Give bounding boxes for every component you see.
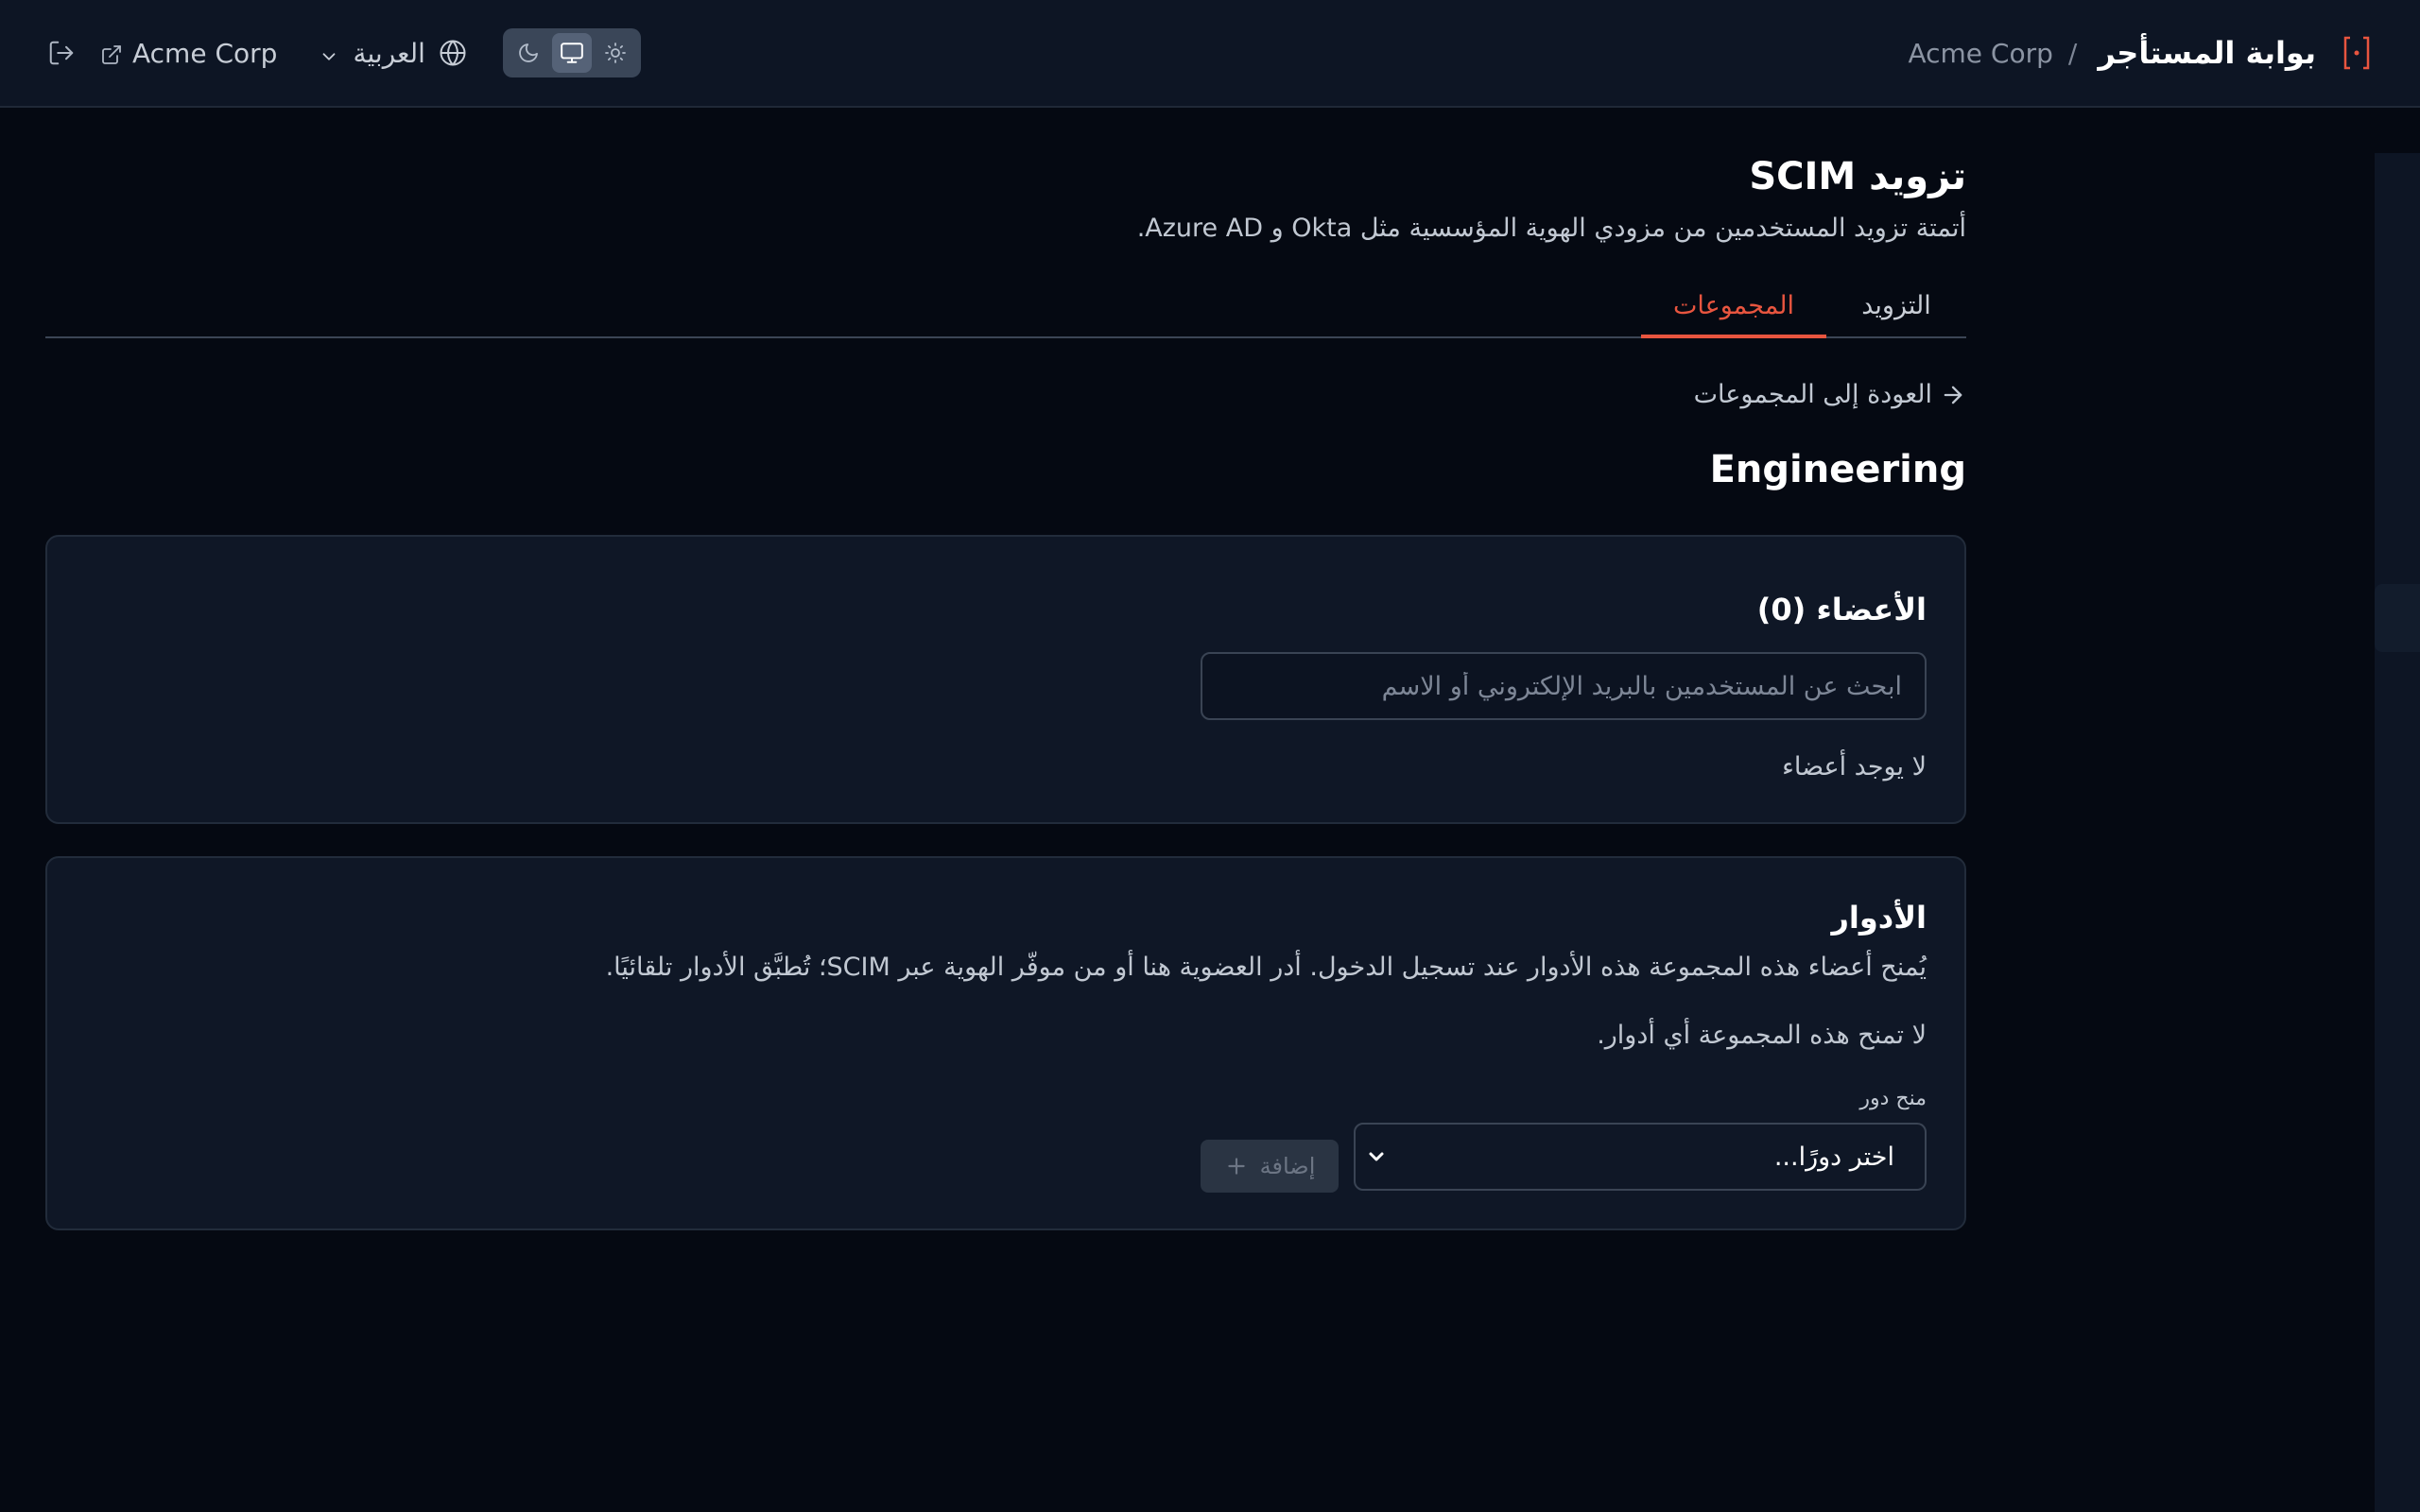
chevron-down-icon: [319, 43, 339, 63]
add-role-button[interactable]: إضافة: [1201, 1140, 1339, 1193]
top-bar: بوابة المستأجر / Acme Corp Acme Corp الع…: [0, 0, 2420, 108]
back-to-groups-link[interactable]: العودة إلى المجموعات: [1694, 380, 1966, 409]
external-link-icon: [100, 42, 123, 64]
roles-description: يُمنح أعضاء هذه المجموعة هذه الأدوار عند…: [605, 953, 1927, 982]
members-title: الأعضاء (0): [1756, 592, 1927, 627]
moon-icon[interactable]: [509, 33, 548, 73]
tab-groups[interactable]: المجموعات: [1641, 284, 1826, 338]
arrow-right-icon: [1940, 382, 1966, 408]
members-empty-text: لا يوجد أعضاء: [1782, 752, 1927, 782]
back-link-label: العودة إلى المجموعات: [1693, 380, 1932, 409]
page-subtitle: أتمتة تزويد المستخدمين من مزودي الهوية ا…: [1136, 214, 1966, 243]
plus-icon: [1224, 1154, 1249, 1178]
tenant-link-label: Acme Corp: [132, 37, 278, 69]
role-select-value: اختر دورًا...: [1773, 1142, 1894, 1172]
brand-area: بوابة المستأجر / Acme Corp: [1908, 0, 2371, 106]
language-label: العربية: [353, 37, 425, 69]
scrollbar-thumb[interactable]: [2375, 584, 2420, 652]
roles-card: الأدوار يُمنح أعضاء هذه المجموعة هذه الأ…: [45, 856, 1966, 1230]
monitor-icon[interactable]: [551, 33, 592, 73]
tenant-link[interactable]: Acme Corp: [100, 38, 277, 69]
add-role-label: إضافة: [1259, 1153, 1316, 1179]
tab-provisioning[interactable]: التزويد: [1826, 284, 1966, 338]
grant-role-label: منح دور: [1859, 1087, 1927, 1110]
roles-title: الأدوار: [1831, 900, 1927, 936]
brand-bracket-icon: [2342, 35, 2371, 71]
members-card: الأعضاء (0) لا يوجد أعضاء: [45, 535, 1966, 824]
roles-empty-text: لا تمنح هذه المجموعة أي أدوار.: [1597, 1021, 1927, 1050]
breadcrumb-separator: /: [2067, 37, 2078, 69]
breadcrumb-tenant[interactable]: Acme Corp: [1908, 38, 2052, 69]
language-selector[interactable]: العربية: [319, 38, 467, 69]
theme-switcher: [502, 28, 641, 77]
header-actions: Acme Corp العربية: [45, 0, 641, 106]
app-title: بوابة المستأجر: [2098, 35, 2316, 71]
tab-bar: التزويد المجموعات: [45, 284, 1966, 338]
group-name: Engineering: [1709, 448, 1966, 491]
side-rail: [2375, 153, 2420, 1512]
role-select[interactable]: اختر دورًا...: [1354, 1123, 1927, 1191]
member-search-input[interactable]: [1201, 652, 1927, 720]
page-title: تزويد SCIM: [1749, 155, 1966, 198]
sun-icon[interactable]: [596, 33, 635, 73]
globe-icon: [439, 39, 467, 67]
chevron-down-icon: [1365, 1145, 1388, 1168]
logout-icon[interactable]: [45, 37, 78, 69]
